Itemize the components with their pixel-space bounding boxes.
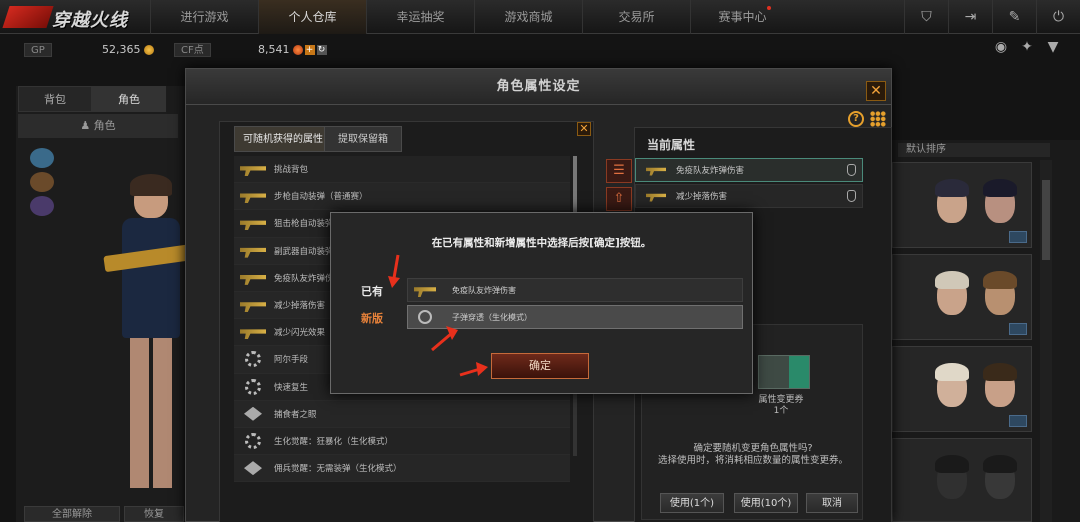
arrow-new [431, 331, 453, 352]
annotation-arrows [388, 254, 488, 377]
arrow-confirm [459, 367, 481, 377]
arrow-existing [392, 254, 400, 279]
arrow-confirm-head [476, 362, 488, 376]
arrow-existing-head [388, 276, 400, 288]
